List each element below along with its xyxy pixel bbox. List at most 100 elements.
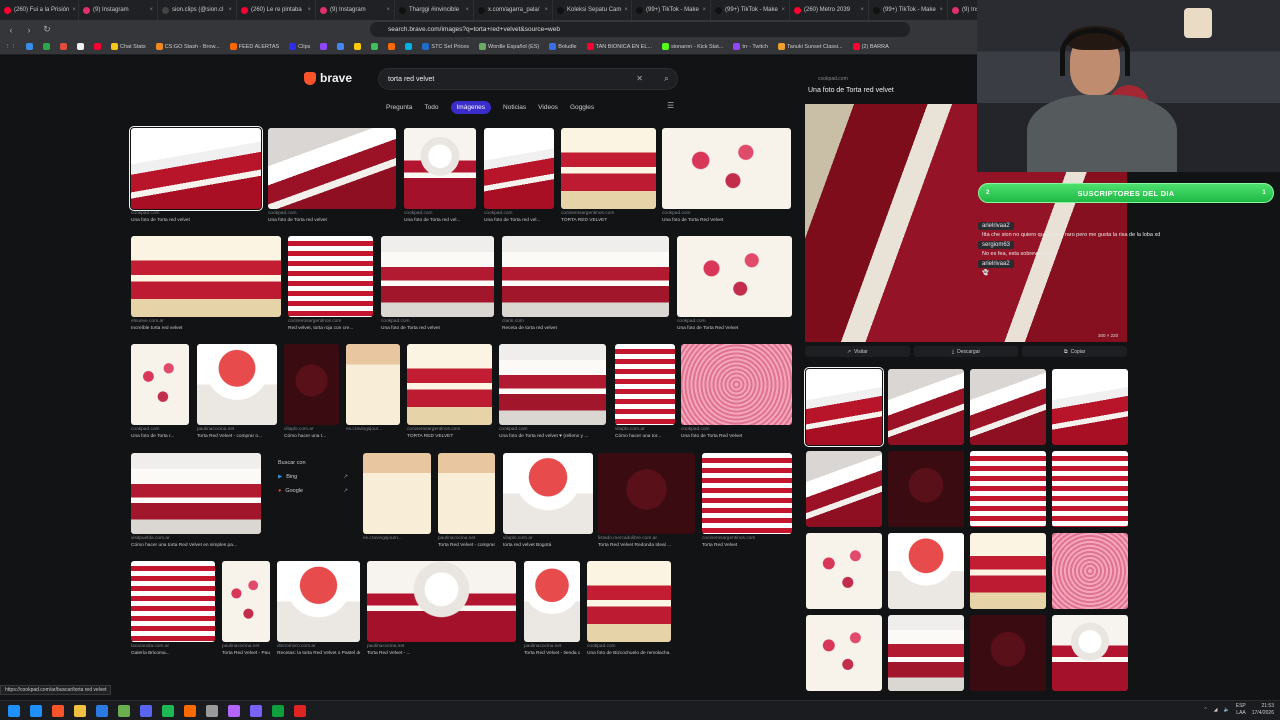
bookmark-item[interactable]: Boludle xyxy=(544,43,581,50)
search-with-google[interactable]: ● Google ↗ xyxy=(278,488,354,494)
result-image[interactable] xyxy=(702,453,792,534)
result-caption[interactable]: vilaplo.com.ar Cómo hacer una tor... xyxy=(615,426,675,440)
result-caption[interactable]: vilaplo.com.ar torta red velvet Bogotá xyxy=(503,535,593,549)
result-image[interactable] xyxy=(363,453,431,534)
result-image[interactable] xyxy=(222,561,270,642)
result-image[interactable] xyxy=(503,453,593,534)
result-caption[interactable]: elnueve.com.ar Increíble torta red velvet xyxy=(131,318,281,332)
related-image[interactable] xyxy=(888,533,964,609)
bookmark-item[interactable] xyxy=(400,43,417,50)
taskbar-app-icon[interactable] xyxy=(74,704,86,717)
result-caption[interactable]: cookpad.com Una foto de Torta red velvet xyxy=(268,210,396,224)
result-caption[interactable]: lacaranola.com.ar Galería Bricoma... xyxy=(131,643,215,657)
bookmark-item[interactable]: Chat Stats xyxy=(106,43,151,50)
result-image[interactable] xyxy=(268,128,396,209)
related-image[interactable] xyxy=(1052,451,1128,527)
browser-tab[interactable]: (260) Le re pintaba × xyxy=(237,0,316,20)
taskbar-app-icon[interactable] xyxy=(30,704,42,717)
browser-tab[interactable]: (99+) TikTok - Make × xyxy=(869,0,948,20)
result-image[interactable] xyxy=(129,126,263,211)
taskbar-app-icon[interactable] xyxy=(162,704,174,717)
result-caption[interactable]: paulinacocina.net Torta Red Velvet - ... xyxy=(367,643,516,657)
result-image[interactable] xyxy=(404,128,476,209)
language-indicator[interactable]: ESP LAA xyxy=(1236,703,1246,717)
bookmark-item[interactable] xyxy=(89,43,106,50)
bookmark-item[interactable] xyxy=(332,43,349,50)
browser-tab[interactable]: Tharggi #invincible × xyxy=(395,0,474,20)
browser-tab[interactable]: x.com/agarra_pala/ × xyxy=(474,0,553,20)
result-caption[interactable]: listado.mercadolibre.com.ar Torta Red Vel… xyxy=(598,535,695,549)
apps-icon[interactable]: ⋮⋮ xyxy=(0,44,21,50)
result-caption[interactable]: cookpad.com Una foto de Torta red velvet xyxy=(131,210,261,224)
result-image[interactable] xyxy=(438,453,495,534)
result-caption[interactable]: cookpad.com Una foto de Torta red vel... xyxy=(404,210,476,224)
bookmark-item[interactable] xyxy=(315,43,332,50)
result-image[interactable] xyxy=(615,344,675,425)
result-image[interactable] xyxy=(197,344,277,425)
result-image[interactable] xyxy=(381,236,494,317)
result-caption[interactable]: cookpad.com Una foto de Torta Red Velvet xyxy=(662,210,791,224)
result-caption[interactable]: cocinerosargentinos.com Torta Red Velvet xyxy=(702,535,792,549)
taskbar-app-icon[interactable] xyxy=(228,704,240,717)
windows-start-icon[interactable] xyxy=(8,704,20,717)
address-bar[interactable]: search.brave.com/images?q=torta+red+velv… xyxy=(370,22,910,37)
related-image[interactable] xyxy=(806,533,882,609)
browser-tab[interactable]: Koleksi Sepatu Cam × xyxy=(553,0,632,20)
tab-close-icon[interactable]: × xyxy=(465,7,469,13)
result-image[interactable] xyxy=(288,236,373,317)
result-image[interactable] xyxy=(407,344,492,425)
volume-icon[interactable]: 🔈 xyxy=(1224,707,1230,713)
tab-close-icon[interactable]: × xyxy=(307,7,311,13)
result-caption[interactable]: vilaplo.com.ar Cómo hacer una t... xyxy=(284,426,339,440)
result-caption[interactable]: es.cravingsjour... xyxy=(346,426,400,433)
related-image[interactable] xyxy=(1052,369,1128,445)
result-image[interactable] xyxy=(561,128,656,209)
preview-source[interactable]: cookpad.com xyxy=(818,76,848,82)
reload-icon[interactable]: ↻ xyxy=(40,24,54,35)
result-image[interactable] xyxy=(277,561,360,642)
visit-button[interactable]: ↗ Visitar xyxy=(805,346,910,357)
tab-close-icon[interactable]: × xyxy=(386,7,390,13)
forward-icon[interactable]: › xyxy=(22,25,36,35)
result-caption[interactable]: cookpad.com Una foto de Torta Red Velvet xyxy=(677,318,792,332)
related-image[interactable] xyxy=(806,615,882,691)
related-image[interactable] xyxy=(806,451,882,527)
result-image[interactable] xyxy=(499,344,606,425)
related-image[interactable] xyxy=(1052,533,1128,609)
bookmark-item[interactable]: trr - Twitch xyxy=(728,43,773,50)
bookmark-item[interactable]: (2) BARRA xyxy=(848,43,894,50)
search-with-bing[interactable]: ▶ Bing ↗ xyxy=(278,474,354,480)
tab-close-icon[interactable]: × xyxy=(781,7,785,13)
result-caption[interactable]: visitpuebla.com.ar Cómo hacer una torta R… xyxy=(131,535,261,549)
clear-icon[interactable]: ✕ xyxy=(636,74,643,83)
tray-chevron-icon[interactable]: ⌃ xyxy=(1203,707,1207,713)
result-caption[interactable]: cookpad.com Una foto de Torta r... xyxy=(131,426,189,440)
back-icon[interactable]: ‹ xyxy=(4,25,18,35)
brave-logo[interactable]: brave xyxy=(304,71,352,85)
taskbar-app-icon[interactable] xyxy=(294,704,306,717)
result-image[interactable] xyxy=(284,344,339,425)
related-image[interactable] xyxy=(1052,615,1128,691)
search-input[interactable]: torta red velvet ✕ ⌕ xyxy=(378,68,678,90)
tab-close-icon[interactable]: × xyxy=(939,7,943,13)
related-image[interactable] xyxy=(888,369,964,445)
result-caption[interactable]: es.cravingsjourn... xyxy=(363,535,431,542)
tab-close-icon[interactable]: × xyxy=(544,7,548,13)
download-button[interactable]: ⤓ Descargar xyxy=(913,346,1019,357)
related-image[interactable] xyxy=(970,615,1046,691)
result-caption[interactable]: cocinerosargentinos.com Red velvet, torta… xyxy=(288,318,373,332)
result-image[interactable] xyxy=(131,344,189,425)
bookmark-item[interactable] xyxy=(349,43,366,50)
bookmark-item[interactable]: sionaron - Kick Stat... xyxy=(657,43,728,50)
bookmark-item[interactable]: STC Set Prices xyxy=(417,43,474,50)
bookmark-item[interactable] xyxy=(55,43,72,50)
tab-imágenes[interactable]: Imágenes xyxy=(450,101,492,114)
copy-button[interactable]: ⧉ Copiar xyxy=(1022,346,1128,357)
browser-tab[interactable]: (9) Instagram × xyxy=(316,0,395,20)
tab-noticias[interactable]: Noticias xyxy=(503,104,526,111)
browser-tab[interactable]: (99+) TikTok - Make × xyxy=(711,0,790,20)
bookmark-item[interactable]: TAN BIONICA EN EL... xyxy=(582,43,657,50)
tab-close-icon[interactable]: × xyxy=(228,7,232,13)
bookmark-item[interactable]: Tanuki Sunset Classi... xyxy=(773,43,848,50)
taskbar-app-icon[interactable] xyxy=(206,704,218,717)
